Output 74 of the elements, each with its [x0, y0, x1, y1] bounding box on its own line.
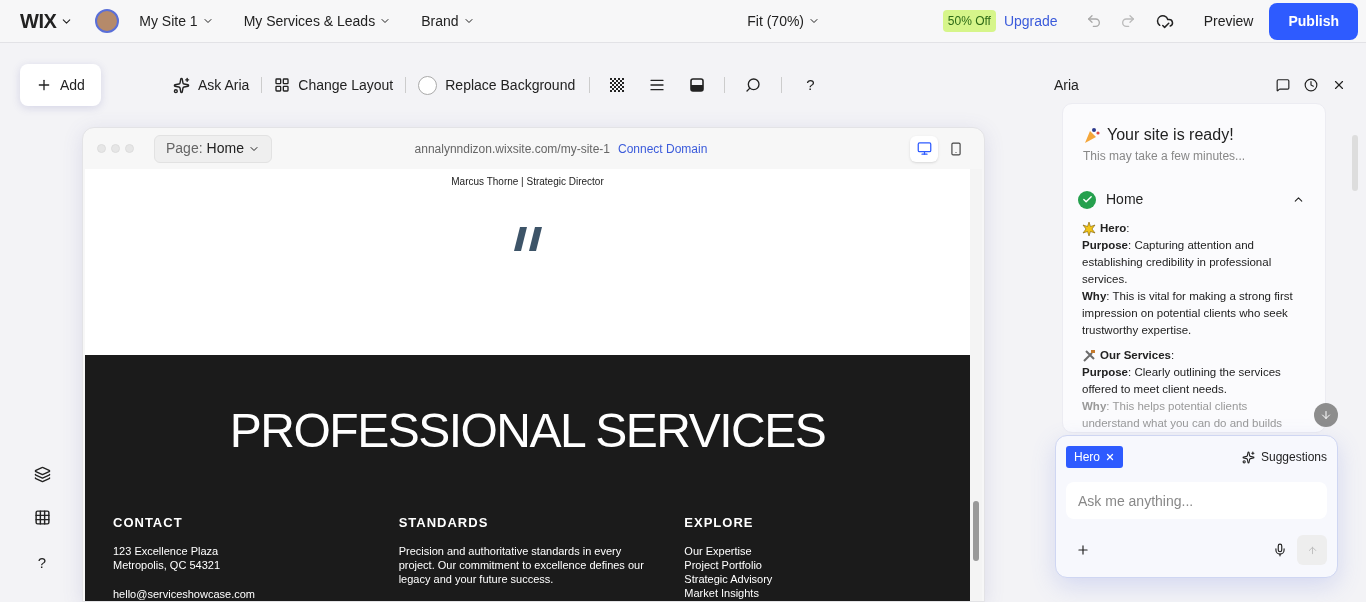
- chat-icon[interactable]: [1276, 78, 1290, 92]
- footer-text: Precision and authoritative standards in every project. Our commitment to excellence defines our legacy and your future success.: [398, 543, 645, 586]
- block-title: Our Services:: [1100, 348, 1175, 363]
- microphone-icon[interactable]: [1273, 543, 1287, 557]
- footer-column-title: CONTACT: [113, 514, 184, 532]
- status-subtitle: This may take a few minutes...: [1083, 148, 1247, 165]
- site-menu[interactable]: Brand: [421, 10, 475, 32]
- site-url: annalynndizon.wixsite.com/my-site-1: [414, 140, 610, 158]
- footer-column-title: STANDARDS: [398, 514, 490, 532]
- context-chip[interactable]: Hero: [1066, 446, 1123, 468]
- half-filled-square-icon[interactable]: [690, 78, 705, 92]
- block-text: Purpose: Capturing attention and establishing credibility in professional services.: [1082, 238, 1273, 287]
- lines-icon[interactable]: [649, 77, 666, 93]
- services-heading: PROFESSIONAL SERVICES: [228, 407, 827, 455]
- scroll-down-button[interactable]: [1314, 403, 1338, 427]
- status-title: Your site is ready!: [1107, 125, 1234, 145]
- block-text: Why: This is vital for making a strong first impression on potential clients who seek trustworthy expertise.: [1082, 289, 1294, 338]
- monitor-icon: [916, 141, 932, 156]
- testimonial-caption: Marcus Thorne | Strategic Director: [451, 175, 604, 189]
- sparkle-icon: [172, 76, 190, 94]
- desktop-view-button[interactable]: [910, 135, 938, 162]
- zoom-menu[interactable]: Fit (70%): [747, 10, 821, 32]
- footer-text: hello@serviceshowcase.com: [113, 586, 256, 601]
- plus-icon: [36, 77, 52, 93]
- footer-text: 123 Excellence Plaza: [113, 543, 220, 558]
- remove-icon[interactable]: [1105, 452, 1115, 462]
- burst-icon: [1082, 221, 1096, 236]
- checkerboard-icon[interactable]: [610, 78, 625, 92]
- footer-link[interactable]: Project Portfolio: [684, 557, 940, 572]
- footer-column-title: EXPLORE: [684, 514, 755, 532]
- panel-title: Aria: [1054, 75, 1079, 95]
- tools-icon: [1082, 348, 1096, 363]
- arrow-up-icon: [1306, 544, 1318, 556]
- layers-icon[interactable]: [33, 465, 51, 483]
- cloud-check-icon[interactable]: [1155, 12, 1174, 30]
- block-title: Hero:: [1100, 221, 1130, 236]
- logo-menu[interactable]: WIX: [20, 6, 74, 36]
- history-icon[interactable]: [1304, 78, 1318, 92]
- panel-scrollbar: [1352, 135, 1358, 191]
- check-icon: [1081, 194, 1093, 205]
- page-selector[interactable]: Page: Home: [154, 134, 272, 163]
- sparkle-icon: [1241, 450, 1255, 464]
- connect-domain-link[interactable]: Connect Domain: [618, 139, 708, 158]
- footer-link[interactable]: Our Expertise: [684, 543, 940, 558]
- search-icon[interactable]: [745, 77, 762, 93]
- suggestions-button[interactable]: Suggestions: [1241, 448, 1327, 466]
- layout-grid-icon: [274, 77, 291, 93]
- block-text: Why: This helps potential clients understand what you can do and builds: [1082, 399, 1284, 431]
- avatar[interactable]: [95, 9, 120, 33]
- section-header[interactable]: Home: [1078, 189, 1305, 210]
- grid-icon[interactable]: [33, 508, 51, 526]
- help-button[interactable]: ?: [802, 73, 819, 97]
- ask-aria-button[interactable]: Ask Aria: [170, 74, 252, 96]
- footer-text: Metropolis, QC 54321: [113, 557, 221, 572]
- close-icon[interactable]: [1332, 78, 1346, 92]
- party-popper-icon: [1083, 126, 1101, 144]
- phone-icon: [949, 141, 963, 156]
- site-menu[interactable]: My Services & Leads: [243, 10, 392, 32]
- plus-icon[interactable]: [1076, 543, 1090, 557]
- chat-input[interactable]: Ask me anything...: [1066, 482, 1327, 519]
- add-button[interactable]: Add: [20, 64, 101, 106]
- site-menu[interactable]: My Site 1: [139, 10, 214, 32]
- quote-mark-icon: [513, 227, 542, 251]
- publish-button[interactable]: Publish: [1269, 2, 1358, 40]
- change-layout-button[interactable]: Change Layout: [272, 74, 396, 96]
- arrow-down-icon: [1320, 409, 1332, 421]
- footer-link[interactable]: Market Insights: [684, 585, 940, 600]
- footer-link[interactable]: Strategic Advisory: [684, 571, 940, 586]
- block-text: Purpose: Clearly outlining the services offered to meet client needs.: [1082, 365, 1282, 397]
- help-button[interactable]: ?: [37, 551, 47, 574]
- replace-background-button[interactable]: Replace Background: [416, 74, 578, 96]
- upgrade-link[interactable]: Upgrade: [1003, 10, 1058, 32]
- promo-badge: 50% Off: [942, 10, 996, 32]
- preview-button[interactable]: Preview: [1195, 10, 1262, 32]
